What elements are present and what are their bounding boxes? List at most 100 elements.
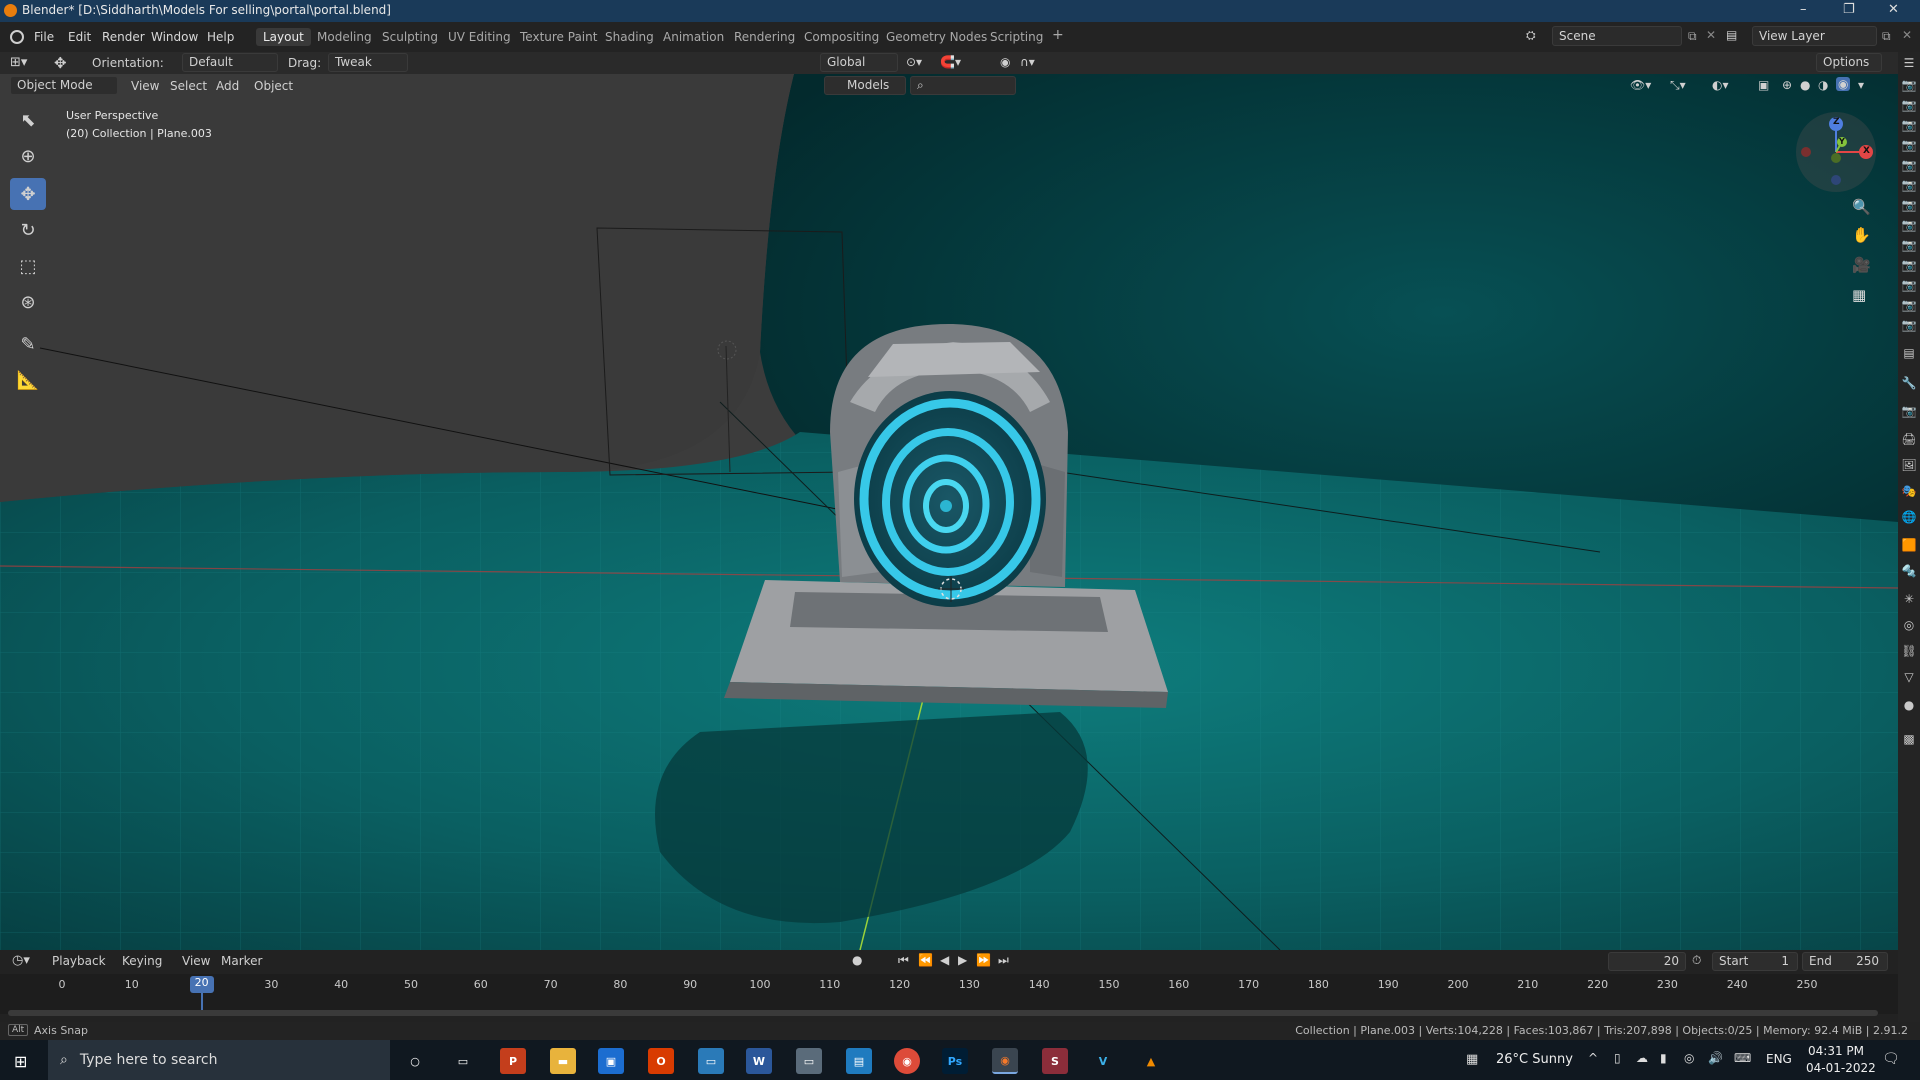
playhead[interactable]: 20 [189,976,214,993]
menu-view[interactable]: View [131,79,159,93]
file-explorer-icon[interactable]: ▬ [550,1048,576,1074]
tab-geometry-nodes[interactable]: Geometry Nodes [886,30,987,44]
shading-options-icon[interactable]: ▾ [1858,78,1864,92]
camera-6-icon[interactable]: 📷 [1901,178,1917,194]
office-icon[interactable]: O [648,1048,674,1074]
measure-tool-icon[interactable]: 📐 [10,364,46,396]
vlc-icon[interactable]: ▲ [1138,1048,1164,1074]
overlays-icon[interactable]: ◐▾ [1712,78,1729,92]
camera-11-icon[interactable]: 📷 [1901,278,1917,294]
menu-window[interactable]: Window [151,30,198,44]
scale-tool-icon[interactable]: ⬚ [10,250,46,282]
photoshop-icon[interactable]: Ps [942,1048,968,1074]
properties-icon[interactable]: ▤ [1901,346,1917,362]
camera-10-icon[interactable]: 📷 [1901,258,1917,274]
view-layer-properties-icon[interactable]: 🖼 [1901,458,1917,474]
particles-properties-icon[interactable]: ✳ [1901,592,1917,608]
options-dropdown[interactable]: Options [1816,53,1882,72]
object-properties-icon[interactable]: 🟧 [1901,538,1917,554]
camera-2-icon[interactable]: 📷 [1901,98,1917,114]
play-reverse-icon[interactable]: ◀ [940,953,949,967]
falloff-icon[interactable]: ∩▾ [1020,55,1035,69]
navigation-gizmo[interactable]: Z X Y [1796,112,1876,192]
minimize-button[interactable]: – [1800,2,1807,17]
output-properties-icon[interactable]: 🖨 [1901,432,1917,448]
current-frame-field[interactable]: 20 [1608,952,1686,971]
constraints-properties-icon[interactable]: ⛓ [1901,644,1917,660]
tab-layout[interactable]: Layout [256,28,311,46]
clock-time[interactable]: 04:31 PM [1808,1044,1864,1058]
substance-icon[interactable]: S [1042,1048,1068,1074]
shading-solid-icon[interactable]: ● [1800,78,1810,92]
chrome-icon[interactable]: ◉ [894,1048,920,1074]
menu-edit[interactable]: Edit [68,30,91,44]
task-view-icon[interactable]: ▭ [450,1048,476,1074]
tab-scripting[interactable]: Scripting [990,30,1043,44]
render-properties-icon[interactable]: 📷 [1901,404,1917,420]
jump-start-icon[interactable]: ⏮ [898,953,909,968]
language-indicator[interactable]: ENG [1766,1052,1792,1066]
camera-13-icon[interactable]: 📷 [1901,318,1917,334]
3d-viewport[interactable]: ⊞▾ ✥ Orientation: Default Drag: Tweak Gl… [0,52,1898,950]
powerpoint-icon[interactable]: P [500,1048,526,1074]
menu-object[interactable]: Object [254,79,293,93]
tab-rendering[interactable]: Rendering [734,30,795,44]
add-workspace-button[interactable]: + [1052,27,1064,43]
menu-file[interactable]: File [34,30,54,44]
start-frame-field[interactable]: Start 1 [1712,952,1798,971]
remote-desktop-icon[interactable]: ▭ [698,1048,724,1074]
transform-space-dropdown[interactable]: Global [820,53,898,72]
move-tool-button[interactable]: ✥ [10,178,46,210]
shading-wireframe-icon[interactable]: ⊕ [1782,78,1792,92]
notifications-icon[interactable]: 🗨 [1882,1051,1900,1067]
news-icon[interactable]: ▤ [846,1048,872,1074]
camera-1-icon[interactable]: 📷 [1901,78,1917,94]
visibility-icon[interactable]: 👁▾ [1630,78,1651,92]
tab-compositing[interactable]: Compositing [804,30,879,44]
store-icon[interactable]: ▣ [598,1048,624,1074]
camera-view-icon[interactable]: 🎥 [1852,256,1871,274]
mode-dropdown[interactable]: Object Mode [10,76,118,95]
delete-scene-icon[interactable]: ✕ [1706,28,1716,42]
search-field[interactable]: ⌕ [910,76,1016,95]
tab-sculpting[interactable]: Sculpting [382,30,438,44]
blender-taskbar-icon[interactable]: ◉ [992,1048,1018,1074]
tab-uv-editing[interactable]: UV Editing [448,30,511,44]
menu-timeline-view[interactable]: View [182,954,210,968]
restore-button[interactable]: ❐ [1843,2,1855,17]
network-icon[interactable]: ◎ [1684,1051,1694,1065]
ortho-grid-icon[interactable]: ▦ [1852,286,1866,304]
camera-3-icon[interactable]: 📷 [1901,118,1917,134]
delete-view-layer-icon[interactable]: ✕ [1902,28,1912,42]
scene-selector-icon[interactable]: ⛭ [1526,28,1552,46]
tray-device-icon[interactable]: ▯ [1614,1051,1621,1065]
editor-type-icon[interactable]: ⊞▾ [10,55,27,70]
preview-range-icon[interactable]: ⏱ [1692,953,1701,968]
select-tool-icon[interactable]: ⬉ [10,104,46,136]
menu-help[interactable]: Help [207,30,234,44]
menu-select[interactable]: Select [170,79,207,93]
clock-date[interactable]: 04-01-2022 [1806,1061,1876,1075]
cursor-tool-icon[interactable]: ⊕ [10,140,46,172]
weather-text[interactable]: 26°C Sunny [1496,1052,1573,1067]
volume-icon[interactable]: 🔊 [1708,1051,1723,1065]
outliner-icon[interactable]: ☰ [1901,56,1917,72]
close-button[interactable]: ✕ [1888,2,1899,17]
menu-render[interactable]: Render [102,30,145,44]
texture-properties-icon[interactable]: ▩ [1901,732,1917,748]
move-tool-icon[interactable]: ✥ [54,54,67,72]
word-icon[interactable]: W [746,1048,772,1074]
windows-start-icon[interactable]: ⊞ [14,1052,27,1071]
drag-dropdown[interactable]: Tweak [328,53,408,72]
new-scene-icon[interactable]: ⧉ [1688,29,1697,44]
timeline-editor-type-icon[interactable]: ◷▾ [12,953,30,968]
physics-properties-icon[interactable]: ◎ [1901,618,1917,634]
zoom-icon[interactable]: 🔍 [1852,198,1871,216]
scene-name-field[interactable]: Scene [1552,26,1682,46]
gizmo-toggle-icon[interactable]: ⤡▾ [1670,78,1686,93]
world-properties-icon[interactable]: 🌐 [1901,510,1917,526]
rotate-tool-icon[interactable]: ↻ [10,214,46,246]
menu-keying[interactable]: Keying [122,954,162,968]
camera-4-icon[interactable]: 📷 [1901,138,1917,154]
camera-9-icon[interactable]: 📷 [1901,238,1917,254]
